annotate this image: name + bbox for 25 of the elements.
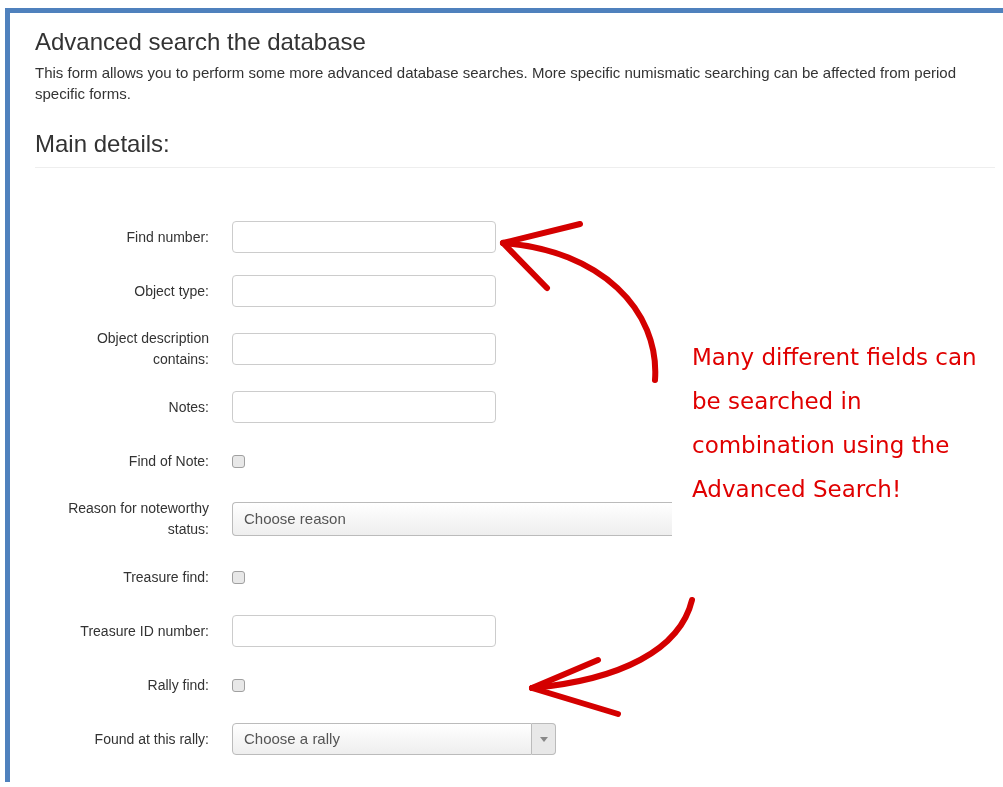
field-label: Rally find: — [147, 675, 209, 695]
text-field[interactable] — [232, 333, 496, 365]
checkbox[interactable] — [232, 678, 245, 692]
field-label: Find number: — [126, 227, 209, 247]
text-field[interactable] — [232, 391, 496, 423]
rally-select[interactable]: Choose a rally — [232, 723, 532, 755]
field-label: Notes: — [168, 397, 209, 417]
text-field[interactable] — [232, 615, 496, 647]
dropdown-button[interactable] — [532, 723, 556, 755]
text-field[interactable] — [232, 221, 496, 253]
field-label: Object description contains: — [95, 329, 209, 369]
field-label: Object type: — [134, 281, 209, 301]
annotation-text: Many different fields can be searched in combination using the Advanced Search! — [692, 343, 977, 504]
page-title: Advanced search the database — [35, 27, 367, 57]
field-label: Treasure find: — [123, 567, 209, 587]
checkbox[interactable] — [232, 454, 245, 468]
field-label: Reason for noteworthy status: — [67, 499, 209, 539]
field-label: Treasure ID number: — [80, 621, 209, 641]
section-title: Main details: — [35, 129, 171, 159]
checkbox[interactable] — [232, 570, 245, 584]
text-field[interactable] — [232, 275, 496, 307]
field-label: Find of Note: — [128, 451, 209, 471]
caret-icon — [539, 736, 548, 742]
field-label: Found at this rally: — [94, 729, 209, 749]
page-description: This form allows you to perform some more advanced database searches. More specific numismatic searching can be affected from period specific forms. — [35, 63, 957, 104]
